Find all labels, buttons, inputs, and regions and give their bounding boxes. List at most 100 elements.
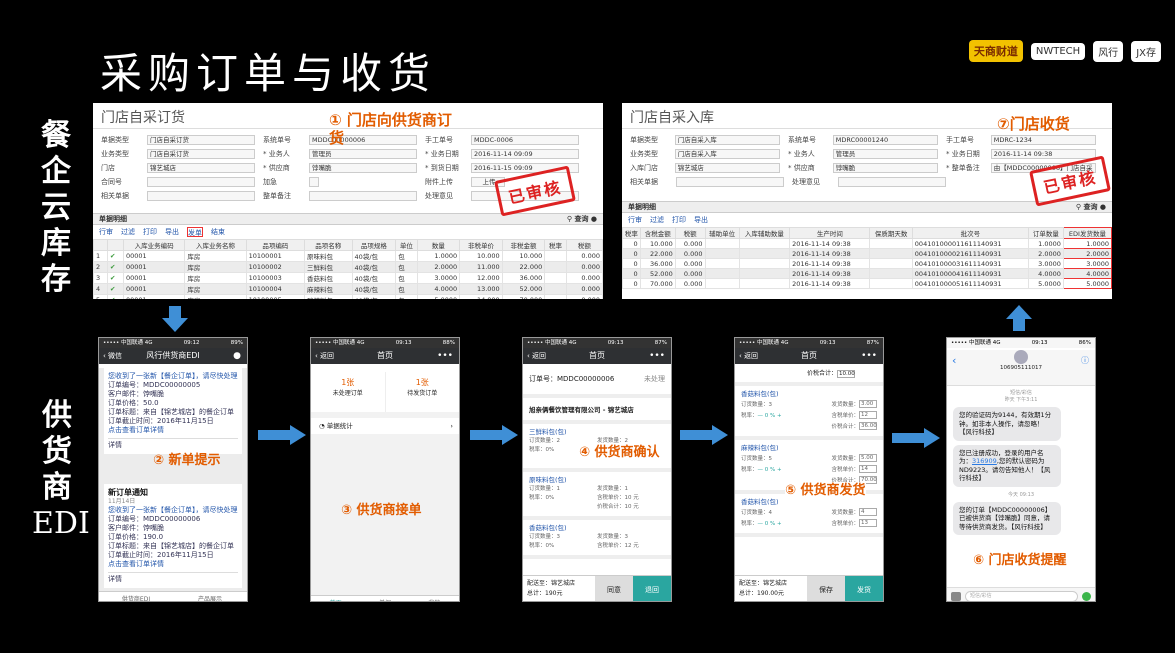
tax-stepper[interactable]: — 0 % +	[758, 411, 832, 422]
field-input[interactable]: 门店自采入库	[674, 134, 780, 145]
order-item[interactable]: 香菇料包(包) 订货数量：3 发货数量：3 税率：0% 含税单价：12 元	[523, 520, 671, 559]
field-input[interactable]	[147, 176, 255, 187]
tax-label: 税率：	[741, 466, 758, 473]
send-icon[interactable]	[1082, 592, 1091, 601]
table-row[interactable]: 0 52.000 0.000 2016-11-14 09:38 004101000041…	[622, 268, 1112, 279]
row-audit-button[interactable]: 行审	[99, 227, 113, 237]
search-button[interactable]: ⚲ 查询 ●	[1076, 202, 1106, 212]
table-row[interactable]: 2 ✔ 00001 库房 10100002 三鲜料包 40袋/包包 2.0000 11.000 2…	[93, 261, 603, 273]
field-input[interactable]: 门店自采订货	[147, 134, 255, 145]
ship-button[interactable]: 发货	[845, 576, 883, 601]
stats-row[interactable]: ◔ 单据统计 ›	[311, 418, 459, 434]
tab-home[interactable]: 首页	[311, 596, 360, 601]
end-button[interactable]: 结束	[211, 227, 225, 237]
sms-input[interactable]: 短信/彩信	[965, 591, 1078, 601]
save-button[interactable]: 保存	[807, 576, 845, 601]
agree-button[interactable]: 同意	[595, 576, 633, 601]
tax-stepper[interactable]: — 0 % +	[758, 519, 832, 530]
more-icon[interactable]: •••	[861, 348, 877, 364]
table-row[interactable]: 0 36.000 0.000 2016-11-14 09:38 004101000031…	[622, 258, 1112, 269]
total-field[interactable]: 10.00	[837, 369, 856, 378]
menu-supplier-edi[interactable]: 供货商EDI	[99, 592, 173, 601]
back-button[interactable]: ‹ 返回	[315, 348, 334, 364]
field-select[interactable]: 门店自采订货	[147, 148, 255, 159]
tab-mine[interactable]: 我的	[410, 596, 459, 601]
order-item[interactable]: 原味料包(包) 订货数量：1 发货数量：1 税率：0% 含税单价：10 元价税合计：10…	[523, 472, 671, 520]
sms-link[interactable]: 316909	[972, 457, 997, 465]
table-row[interactable]: 0 70.000 0.000 2016-11-14 09:38 004101000051…	[622, 278, 1112, 289]
send-order-button[interactable]: 发单	[187, 227, 203, 237]
field-select[interactable]	[147, 190, 255, 201]
ship-qty-field[interactable]: 4	[859, 507, 877, 516]
table-row[interactable]: 0 10.000 0.000 2016-11-14 09:38 004101000011…	[622, 238, 1112, 249]
sum-field[interactable]: 36.00	[859, 422, 877, 430]
field-select[interactable]: 管理员	[832, 148, 938, 159]
price-field[interactable]: 13	[859, 518, 877, 527]
ship-item[interactable]: 香菇料包(包) 订货数量：3 发货数量： 3.00 税率： — 0 % + 含税单价： 12 价…	[735, 386, 883, 440]
table-row[interactable]: 5✔00001库房10100005酸辣料包40袋/包包5.000014.0007…	[93, 294, 603, 299]
more-icon[interactable]: •••	[437, 348, 453, 364]
info-icon[interactable]: ⓘ	[1081, 355, 1089, 366]
back-button[interactable]: ‹ 返回	[527, 348, 546, 364]
more-icon[interactable]: •••	[649, 348, 665, 364]
filter-button[interactable]: 过滤	[121, 227, 135, 237]
back-button[interactable]: ‹ 返回	[739, 348, 758, 364]
notice-link[interactable]: 点击查看订单详情	[108, 426, 238, 435]
ship-qty-field[interactable]: 5.00	[859, 453, 877, 462]
table-cell: 4	[93, 283, 108, 295]
field-select[interactable]: 饽嘴脆	[309, 162, 417, 173]
field-select[interactable]: 锦艺城店	[147, 162, 255, 173]
table-row[interactable]: 3 ✔ 00001 库房 10100003 香菇料包 40袋/包包 3.0000 12.000 3…	[93, 272, 603, 284]
field-select[interactable]: 门店自采入库	[674, 148, 780, 159]
field-date[interactable]: 2016-11-14 09:38	[990, 148, 1096, 159]
table-cell: 5.0000	[416, 294, 461, 299]
field-date[interactable]: 2016-11-14 09:09	[471, 148, 579, 159]
export-button[interactable]: 导出	[694, 215, 708, 225]
field-input[interactable]: MDRC-1234	[990, 134, 1096, 145]
back-chevron-icon[interactable]: ‹	[952, 354, 956, 367]
print-button[interactable]: 打印	[672, 215, 686, 225]
search-button[interactable]: ⚲ 查询 ●	[567, 214, 597, 224]
table-cell: 2016-11-14 09:38	[789, 268, 871, 279]
ship-qty-field[interactable]: 3.00	[859, 399, 877, 408]
to-ship-tile[interactable]: 1张 待发货订单	[386, 372, 460, 412]
filter-button[interactable]: 过滤	[650, 215, 664, 225]
detail-link[interactable]: 详情	[108, 572, 238, 584]
field-select[interactable]	[676, 176, 784, 187]
field-select[interactable]: 锦艺城店	[674, 162, 780, 173]
field-input[interactable]	[309, 190, 417, 201]
camera-icon[interactable]	[951, 592, 961, 601]
table-row[interactable]: 0 22.000 0.000 2016-11-14 09:38 004101000021…	[622, 248, 1112, 259]
price-field[interactable]: 12	[859, 410, 877, 419]
export-button[interactable]: 导出	[165, 227, 179, 237]
field-input[interactable]: MDRC00001240	[832, 134, 938, 145]
field-label: 单据类型	[630, 135, 658, 144]
row-audit-button[interactable]: 行审	[628, 215, 642, 225]
price-field[interactable]: 14	[859, 464, 877, 473]
field-label: 处理意见	[425, 191, 453, 200]
notice-line: 订单编号：MDDC00000006	[108, 515, 201, 523]
table-row[interactable]: 1 ✔ 00001 库房 10100001 原味料包 40袋/包包 1.0000 10.000 1…	[93, 250, 603, 262]
status-bar: ••••• 中国联通 4G 09:13 87%	[523, 338, 671, 348]
table-row[interactable]: 4 ✔ 00001 库房 10100004 麻辣料包 40袋/包包 4.0000 13.000 5…	[93, 283, 603, 295]
return-button[interactable]: 退回	[633, 576, 671, 601]
notice-link[interactable]: 点击查看订单详情	[108, 560, 238, 569]
tab-docs[interactable]: 单据	[360, 596, 409, 601]
urgent-checkbox[interactable]	[309, 176, 319, 187]
menu-products[interactable]: 产品展示	[173, 592, 247, 601]
print-button[interactable]: 打印	[143, 227, 157, 237]
notice-card[interactable]: 您收到了一张新【餐企订单】，请尽快处理 订单编号：MDDC00000005 客户…	[104, 368, 242, 454]
field-select[interactable]: 饽嘴脆	[832, 162, 938, 173]
back-button[interactable]: ‹ 微信	[103, 348, 122, 364]
field-input[interactable]: MDDC-0006	[471, 134, 579, 145]
detail-link[interactable]: 详情	[108, 438, 238, 450]
notice-card[interactable]: 新订单通知 11月14日 您收到了一张新【餐企订单】，请尽快处理 订单编号：MD…	[104, 484, 242, 588]
table-cell: 36.000	[501, 272, 546, 284]
field-input[interactable]	[838, 176, 946, 187]
table-cell: 3.0000	[1062, 258, 1112, 269]
pending-orders-tile[interactable]: 1张 未处理订单	[311, 372, 386, 412]
tax-stepper[interactable]: — 0 % +	[758, 465, 832, 476]
field-select[interactable]: 管理员	[309, 148, 417, 159]
field-label: 门店	[101, 163, 115, 172]
person-icon[interactable]: ●	[233, 348, 241, 364]
